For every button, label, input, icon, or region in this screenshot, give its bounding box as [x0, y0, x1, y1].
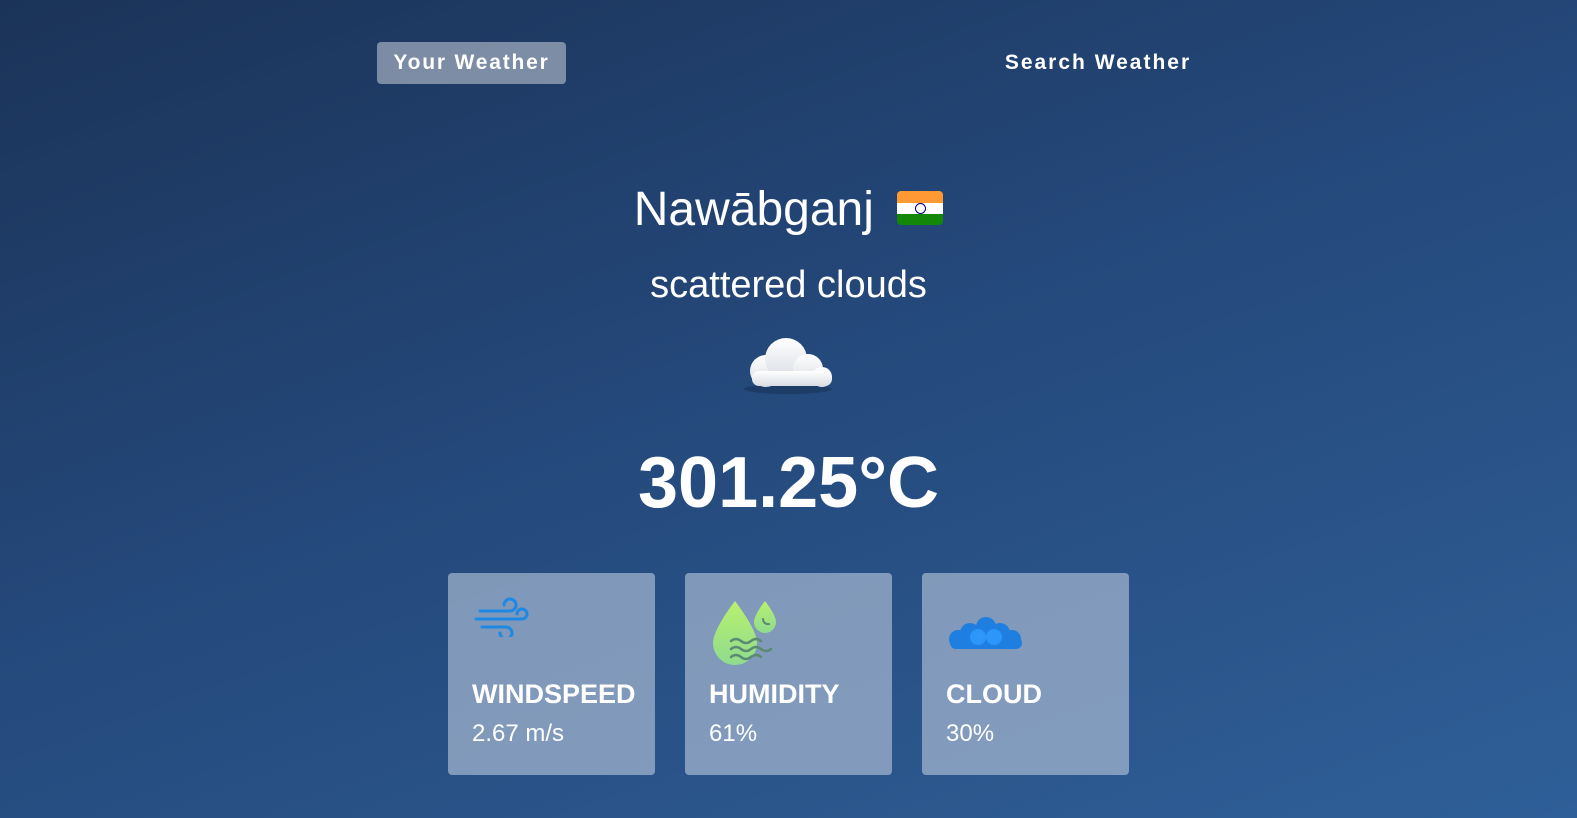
location-heading: Nawābganj	[0, 180, 1577, 240]
humidity-card: HUMIDITY 61%	[685, 573, 892, 775]
clouds-icon	[949, 617, 1022, 649]
city-name: Nawābganj	[633, 183, 874, 236]
temperature-value: 301.25°C	[637, 443, 939, 523]
wind-icon	[474, 597, 529, 637]
cloud-label: CLOUD	[946, 679, 1042, 709]
cloud-icon	[744, 338, 832, 394]
india-flag-icon	[897, 191, 944, 226]
tab-search-weather[interactable]: Search Weather	[986, 42, 1210, 84]
humidity-value: 61%	[709, 720, 758, 747]
windspeed-label: WINDSPEED	[472, 679, 636, 709]
weather-description: scattered clouds	[650, 264, 927, 306]
tab-your-weather[interactable]: Your Weather	[377, 42, 566, 84]
windspeed-card: WINDSPEED 2.67 m/s	[448, 573, 655, 775]
cloud-card: CLOUD 30%	[922, 573, 1129, 775]
humidity-label: HUMIDITY	[709, 679, 840, 709]
cloud-value: 30%	[946, 720, 995, 747]
windspeed-value: 2.67 m/s	[472, 720, 565, 747]
humidity-drops-icon	[713, 601, 776, 665]
